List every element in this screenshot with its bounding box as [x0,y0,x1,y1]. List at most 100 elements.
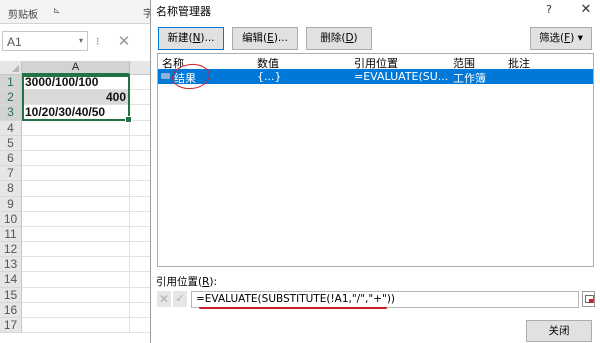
select-all-corner[interactable] [0,61,22,75]
column-header-b[interactable] [130,61,150,75]
worksheet-row: 14 [0,272,150,288]
cell-a3[interactable]: 10/20/30/40/50 [22,105,130,121]
row-header[interactable]: 11 [0,226,22,243]
cell-b13[interactable] [130,257,150,273]
names-list-header: 名称 数值 引用位置 范围 批注 [158,54,593,70]
cell-a10[interactable] [22,211,130,227]
cell-b4[interactable] [130,121,150,136]
row-header[interactable]: 12 [0,242,22,258]
cell-b5[interactable] [130,136,150,151]
scope-cell: 工作簿 [453,72,486,85]
cell-a14[interactable] [22,272,130,288]
worksheet-row: 12 [0,242,150,258]
dialog-titlebar: 名称管理器 ? ✕ [151,0,600,20]
cell-a2[interactable]: 400 [22,90,130,106]
cell-b17[interactable] [130,318,150,334]
filter-button-tail: ) ▾ [570,32,583,44]
formula-bar-row: A1 ▾ ⁝ ✕ [0,28,150,54]
new-button[interactable]: 新建(N)... [158,27,224,50]
row-header[interactable]: 7 [0,166,22,182]
cell-a16[interactable] [22,302,130,318]
close-button[interactable]: 关闭 [526,320,592,342]
cell-b3[interactable] [130,105,150,121]
worksheet-row: 11 [0,226,150,243]
font-group-label: 字 [143,9,150,20]
worksheet-row: 16 [0,302,150,318]
cancel-entry-icon[interactable]: ✕ [112,31,136,51]
cell-b8[interactable] [130,181,150,197]
row-header[interactable]: 3 [0,105,22,121]
cell-b1[interactable] [130,75,150,91]
cell-b6[interactable] [130,151,150,167]
delete-button[interactable]: 删除(D) [306,27,372,50]
help-icon[interactable]: ? [542,1,556,19]
cancel-formula-icon[interactable]: ✕ [157,291,171,307]
row-header[interactable]: 9 [0,196,22,212]
refers-to-input[interactable]: =EVALUATE(SUBSTITUTE(!A1,"/","+")) [191,291,579,308]
refers-to-label-tail: ): [209,276,218,288]
cell-a8[interactable] [22,181,130,197]
row-header[interactable]: 13 [0,257,22,273]
row-header[interactable]: 10 [0,211,22,227]
row-header[interactable]: 14 [0,272,22,288]
row-header[interactable]: 5 [0,135,22,151]
cell-a9[interactable] [22,196,130,212]
worksheet-row: 5 [0,135,150,151]
refers-to-cell: =EVALUATE(SU... [354,70,449,83]
row-header[interactable]: 1 [0,75,22,91]
cell-a6[interactable] [22,150,130,167]
worksheet-row: 8 [0,181,150,197]
confirm-formula-icon[interactable]: ✓ [173,291,187,307]
edit-button[interactable]: 编辑(E)... [232,27,298,50]
name-box-value: A1 [7,35,22,49]
excel-window: 剪贴板 ⊾ 字 A1 ▾ ⁝ ✕ A 1 3000/100/100 2 400 3 10/… [0,0,150,343]
cell-a4[interactable] [22,120,130,136]
worksheet-row: 13 [0,257,150,273]
cell-b12[interactable] [130,242,150,258]
worksheet-row: 15 [0,287,150,303]
worksheet-row: 2 400 [0,90,150,106]
row-header[interactable]: 17 [0,318,22,334]
column-header-a[interactable]: A [22,61,130,75]
cell-a12[interactable] [22,242,130,258]
cell-b10[interactable] [130,212,150,227]
cell-a13[interactable] [22,257,130,273]
cell-b11[interactable] [130,227,150,243]
row-header[interactable]: 16 [0,302,22,318]
row-header[interactable]: 2 [0,90,22,106]
name-box[interactable]: A1 ▾ [2,31,88,51]
cell-a15[interactable] [22,287,130,303]
edit-button-label: 编辑( [242,32,268,44]
range-selector-icon[interactable] [582,291,595,307]
cell-a1[interactable]: 3000/100/100 [22,75,130,91]
filter-button[interactable]: 筛选(F) ▾ [530,27,592,50]
worksheet-row: 4 [0,120,150,136]
names-list[interactable]: 名称 数值 引用位置 范围 批注 结果 {...} =EVALUATE(SU..… [157,53,594,267]
cell-a7[interactable] [22,166,130,182]
cell-b16[interactable] [130,303,150,318]
row-header[interactable]: 4 [0,120,22,136]
name-manager-dialog: 名称管理器 ? ✕ 新建(N)... 编辑(E)... 删除(D) 筛选(F) … [150,0,600,343]
cell-b15[interactable] [130,288,150,303]
close-icon[interactable]: ✕ [578,1,594,19]
cell-a17[interactable] [22,318,130,334]
new-button-tail: )... [200,32,215,44]
cell-a5[interactable] [22,135,130,151]
dialog-launcher-icon[interactable]: ⊾ [53,6,61,16]
edit-button-hotkey: E [267,32,274,44]
red-underline-annotation [199,307,387,309]
row-header[interactable]: 8 [0,181,22,197]
row-header[interactable]: 15 [0,287,22,303]
cell-b14[interactable] [130,272,150,288]
cell-a11[interactable] [22,226,130,243]
chevron-down-icon[interactable]: ▾ [79,36,83,45]
filter-button-label: 筛选( [539,32,565,44]
ribbon-strip: 剪贴板 ⊾ 字 [0,0,150,24]
separator-icon: ⁝ [96,35,100,48]
cell-b9[interactable] [130,197,150,212]
name-tag-icon [161,73,170,79]
cell-b2[interactable] [130,90,150,106]
row-header[interactable]: 6 [0,150,22,167]
cell-b7[interactable] [130,166,150,182]
name-row-selected[interactable]: 结果 {...} =EVALUATE(SU... 工作簿 [158,69,593,85]
